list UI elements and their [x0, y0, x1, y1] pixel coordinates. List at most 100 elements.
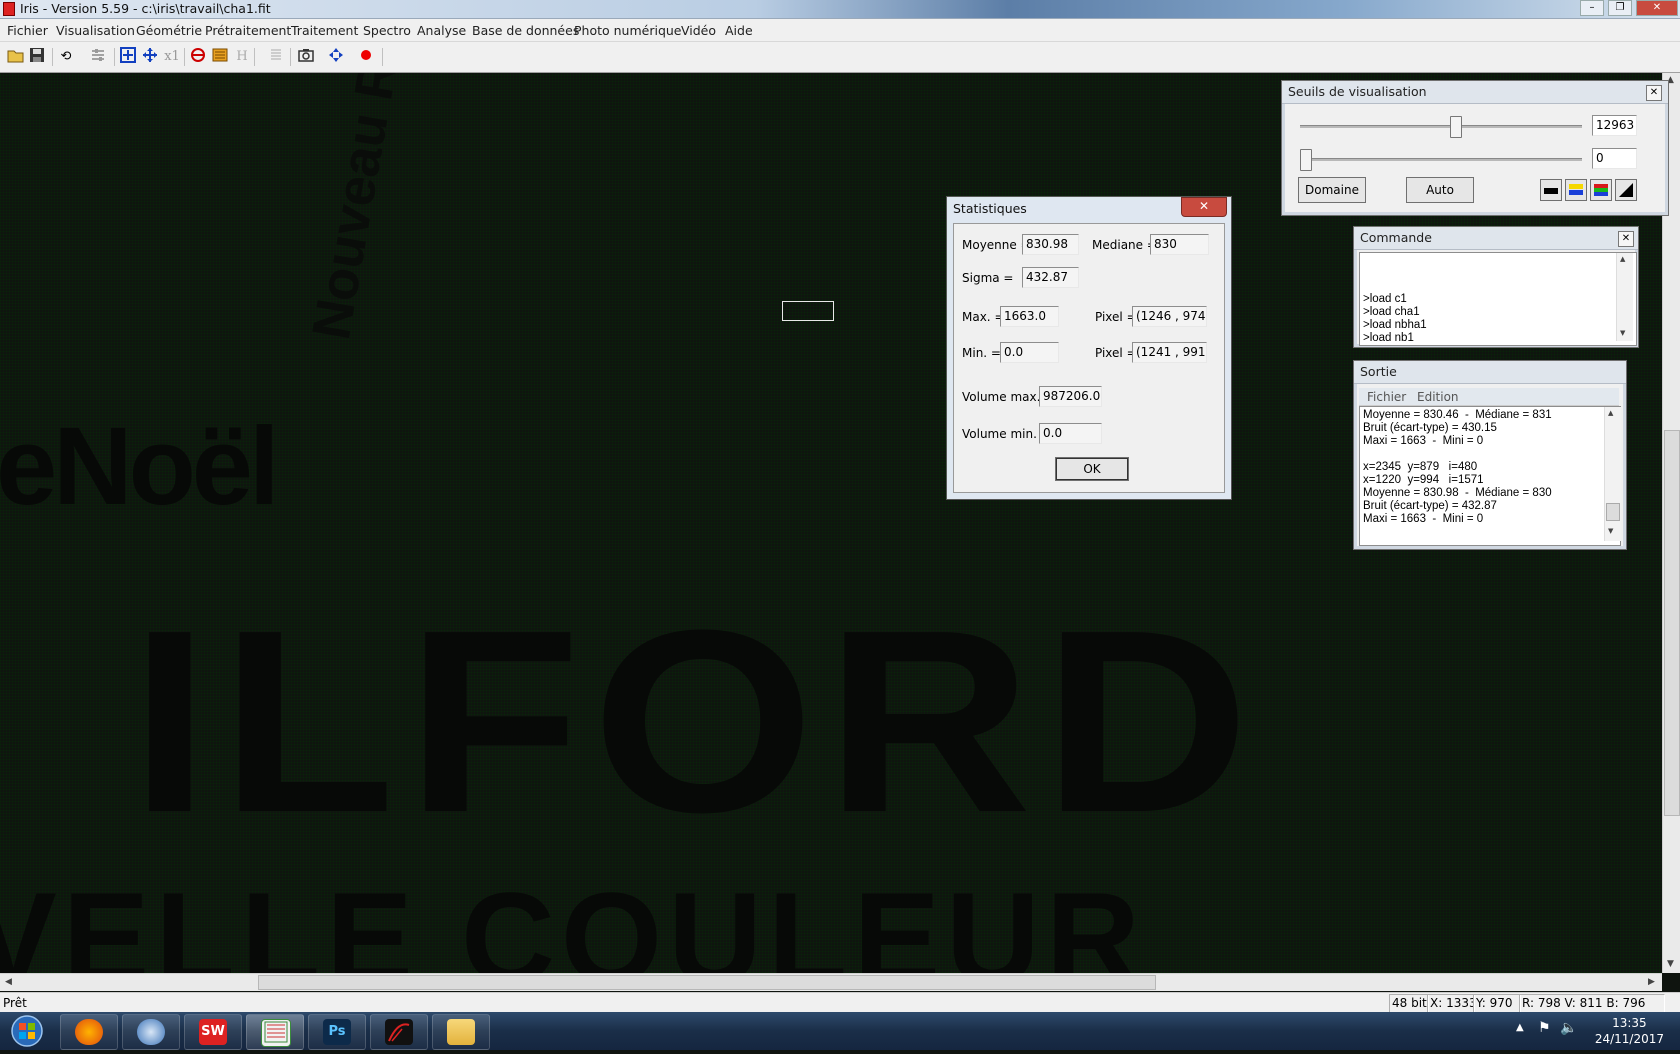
close-button[interactable]: ✕	[1636, 0, 1678, 16]
status-y: Y: 970	[1473, 994, 1521, 1013]
flag-icon[interactable]: ⚑	[1538, 1020, 1551, 1036]
menu-pretraitement[interactable]: Prétraitement	[205, 23, 291, 38]
maximize-button[interactable]: ❐	[1608, 0, 1632, 16]
commande-panel: Commande ✕ >load c1 >load cha1 >load nbh…	[1353, 226, 1639, 348]
status-ready: Prêt	[3, 996, 27, 1010]
refresh-icon[interactable]	[188, 47, 208, 67]
sortie-scroll-up-icon[interactable]: ▲	[1608, 409, 1613, 417]
commande-scrollbar[interactable]: ▲ ▼	[1616, 253, 1633, 341]
statistiques-close-button[interactable]: ✕	[1181, 197, 1227, 217]
menu-photo-numerique[interactable]: Photo numérique	[574, 23, 682, 38]
menu-traitement[interactable]: Traitement	[291, 23, 358, 38]
menu-visualisation[interactable]: Visualisation	[56, 23, 135, 38]
save-icon[interactable]	[27, 47, 47, 67]
domaine-button[interactable]: Domaine	[1298, 177, 1366, 203]
zoom-in-icon[interactable]	[118, 47, 138, 67]
menu-spectro[interactable]: Spectro	[363, 23, 411, 38]
menu-video[interactable]: Vidéo	[681, 23, 716, 38]
taskbar: SW Ps ▲ ⚑ 🔈 13:35 24/11/2017	[0, 1012, 1680, 1050]
photoshop-icon: Ps	[323, 1019, 351, 1045]
low-threshold-slider[interactable]	[1300, 149, 1312, 171]
menu-base-de-donnees[interactable]: Base de données	[472, 23, 579, 38]
undo-icon[interactable]: ⟲	[56, 47, 76, 67]
volume-icon[interactable]: 🔈	[1560, 1020, 1577, 1036]
selection-rectangle[interactable]	[782, 301, 834, 321]
list-icon[interactable]	[266, 47, 286, 67]
sortie-menu: Fichier Edition	[1359, 388, 1619, 406]
high-threshold-slider[interactable]	[1450, 116, 1463, 138]
ok-button[interactable]: OK	[1055, 457, 1129, 481]
sortie-title: Sortie	[1354, 361, 1626, 384]
min-value: 0.0	[1000, 342, 1059, 363]
sigma-value: 432.87	[1022, 267, 1079, 288]
clock[interactable]: 13:35 24/11/2017	[1595, 1015, 1664, 1047]
statistiques-dialog: Statistiques ✕ Moyenne = 830.98 Mediane …	[946, 196, 1232, 500]
volume-min-value: 0.0	[1039, 423, 1102, 444]
tray-expand-icon[interactable]: ▲	[1516, 1022, 1524, 1033]
taskbar-iris[interactable]	[246, 1014, 304, 1050]
sortie-menu-edition[interactable]: Edition	[1417, 390, 1459, 404]
scroll-left-icon[interactable]: ◀	[5, 977, 12, 987]
commande-close-icon[interactable]: ✕	[1618, 231, 1634, 247]
open-icon[interactable]	[6, 47, 26, 67]
image-text-reseau: Nouveau Réseau	[300, 73, 436, 344]
color-icon[interactable]	[210, 47, 230, 67]
max-pixel-value: (1246 , 974)	[1132, 306, 1207, 327]
command-input[interactable]: >load c1 >load cha1 >load nbha1 >load nb…	[1359, 252, 1637, 346]
app-icon[interactable]	[3, 2, 15, 16]
zoom-1-icon[interactable]: x1	[162, 47, 182, 67]
firefox-icon	[75, 1019, 103, 1045]
taskbar-photoshop[interactable]: Ps	[308, 1014, 366, 1050]
zoom-out-icon[interactable]	[140, 47, 160, 67]
minimize-button[interactable]: –	[1580, 0, 1604, 16]
sortie-scroll-down-icon[interactable]: ▼	[1608, 527, 1613, 535]
sortie-menu-fichier[interactable]: Fichier	[1367, 390, 1406, 404]
sortie-scroll-thumb[interactable]	[1606, 503, 1620, 521]
taskbar-thunderbird[interactable]	[122, 1014, 180, 1050]
black-palette-icon[interactable]	[1540, 179, 1562, 201]
solidworks-icon: SW	[199, 1019, 227, 1045]
menu-analyse[interactable]: Analyse	[417, 23, 466, 38]
min-pixel-label: Pixel =	[1095, 346, 1137, 360]
status-bits: 48 bits	[1389, 994, 1429, 1013]
window-title: Iris - Version 5.59 - c:\iris\travail\ch…	[20, 1, 271, 16]
min-label: Min. =	[962, 346, 1001, 360]
start-button[interactable]	[4, 1013, 50, 1049]
low-threshold-track[interactable]	[1300, 158, 1582, 161]
taskbar-solidworks[interactable]: SW	[184, 1014, 242, 1050]
menu-bar: Fichier Visualisation Géométrie Prétrait…	[0, 19, 1680, 42]
taskbar-explorer[interactable]	[432, 1014, 490, 1050]
image-text-noel: eNoël	[0, 405, 280, 528]
move-icon[interactable]	[326, 47, 346, 67]
mediane-label: Mediane =	[1092, 238, 1157, 252]
record-icon[interactable]	[356, 47, 376, 67]
sigma-label: Sigma =	[962, 271, 1014, 285]
title-bar: Iris - Version 5.59 - c:\iris\travail\ch…	[0, 0, 1680, 19]
menu-aide[interactable]: Aide	[725, 23, 753, 38]
commande-scroll-up-icon[interactable]: ▲	[1620, 255, 1625, 263]
camera-icon[interactable]	[296, 47, 316, 67]
histogram-icon[interactable]: H	[232, 47, 252, 67]
vertical-scroll-thumb[interactable]	[1664, 430, 1680, 816]
yellow-blue-palette-icon[interactable]	[1565, 179, 1587, 201]
seuils-close-icon[interactable]: ✕	[1646, 85, 1662, 101]
high-threshold-input[interactable]: 12963	[1592, 115, 1637, 136]
settings-icon[interactable]	[88, 47, 108, 67]
scroll-down-icon[interactable]: ▼	[1667, 959, 1674, 969]
low-threshold-input[interactable]: 0	[1592, 148, 1637, 169]
auto-button[interactable]: Auto	[1406, 177, 1474, 203]
scroll-right-icon[interactable]: ▶	[1648, 977, 1655, 987]
sortie-scrollbar[interactable]: ▲ ▼	[1604, 407, 1621, 541]
menu-geometrie[interactable]: Géométrie	[136, 23, 202, 38]
taskbar-app[interactable]	[370, 1014, 428, 1050]
rgb-palette-icon[interactable]	[1590, 179, 1612, 201]
menu-fichier[interactable]: Fichier	[7, 23, 48, 38]
app-icon	[385, 1019, 413, 1045]
max-pixel-label: Pixel =	[1095, 310, 1137, 324]
gradient-palette-icon[interactable]	[1615, 179, 1637, 201]
horizontal-scroll-thumb[interactable]	[258, 975, 1156, 990]
seuils-title: Seuils de visualisation	[1282, 81, 1668, 104]
taskbar-firefox[interactable]	[60, 1014, 118, 1050]
commande-scroll-down-icon[interactable]: ▼	[1620, 329, 1625, 337]
high-threshold-track[interactable]	[1300, 125, 1582, 128]
